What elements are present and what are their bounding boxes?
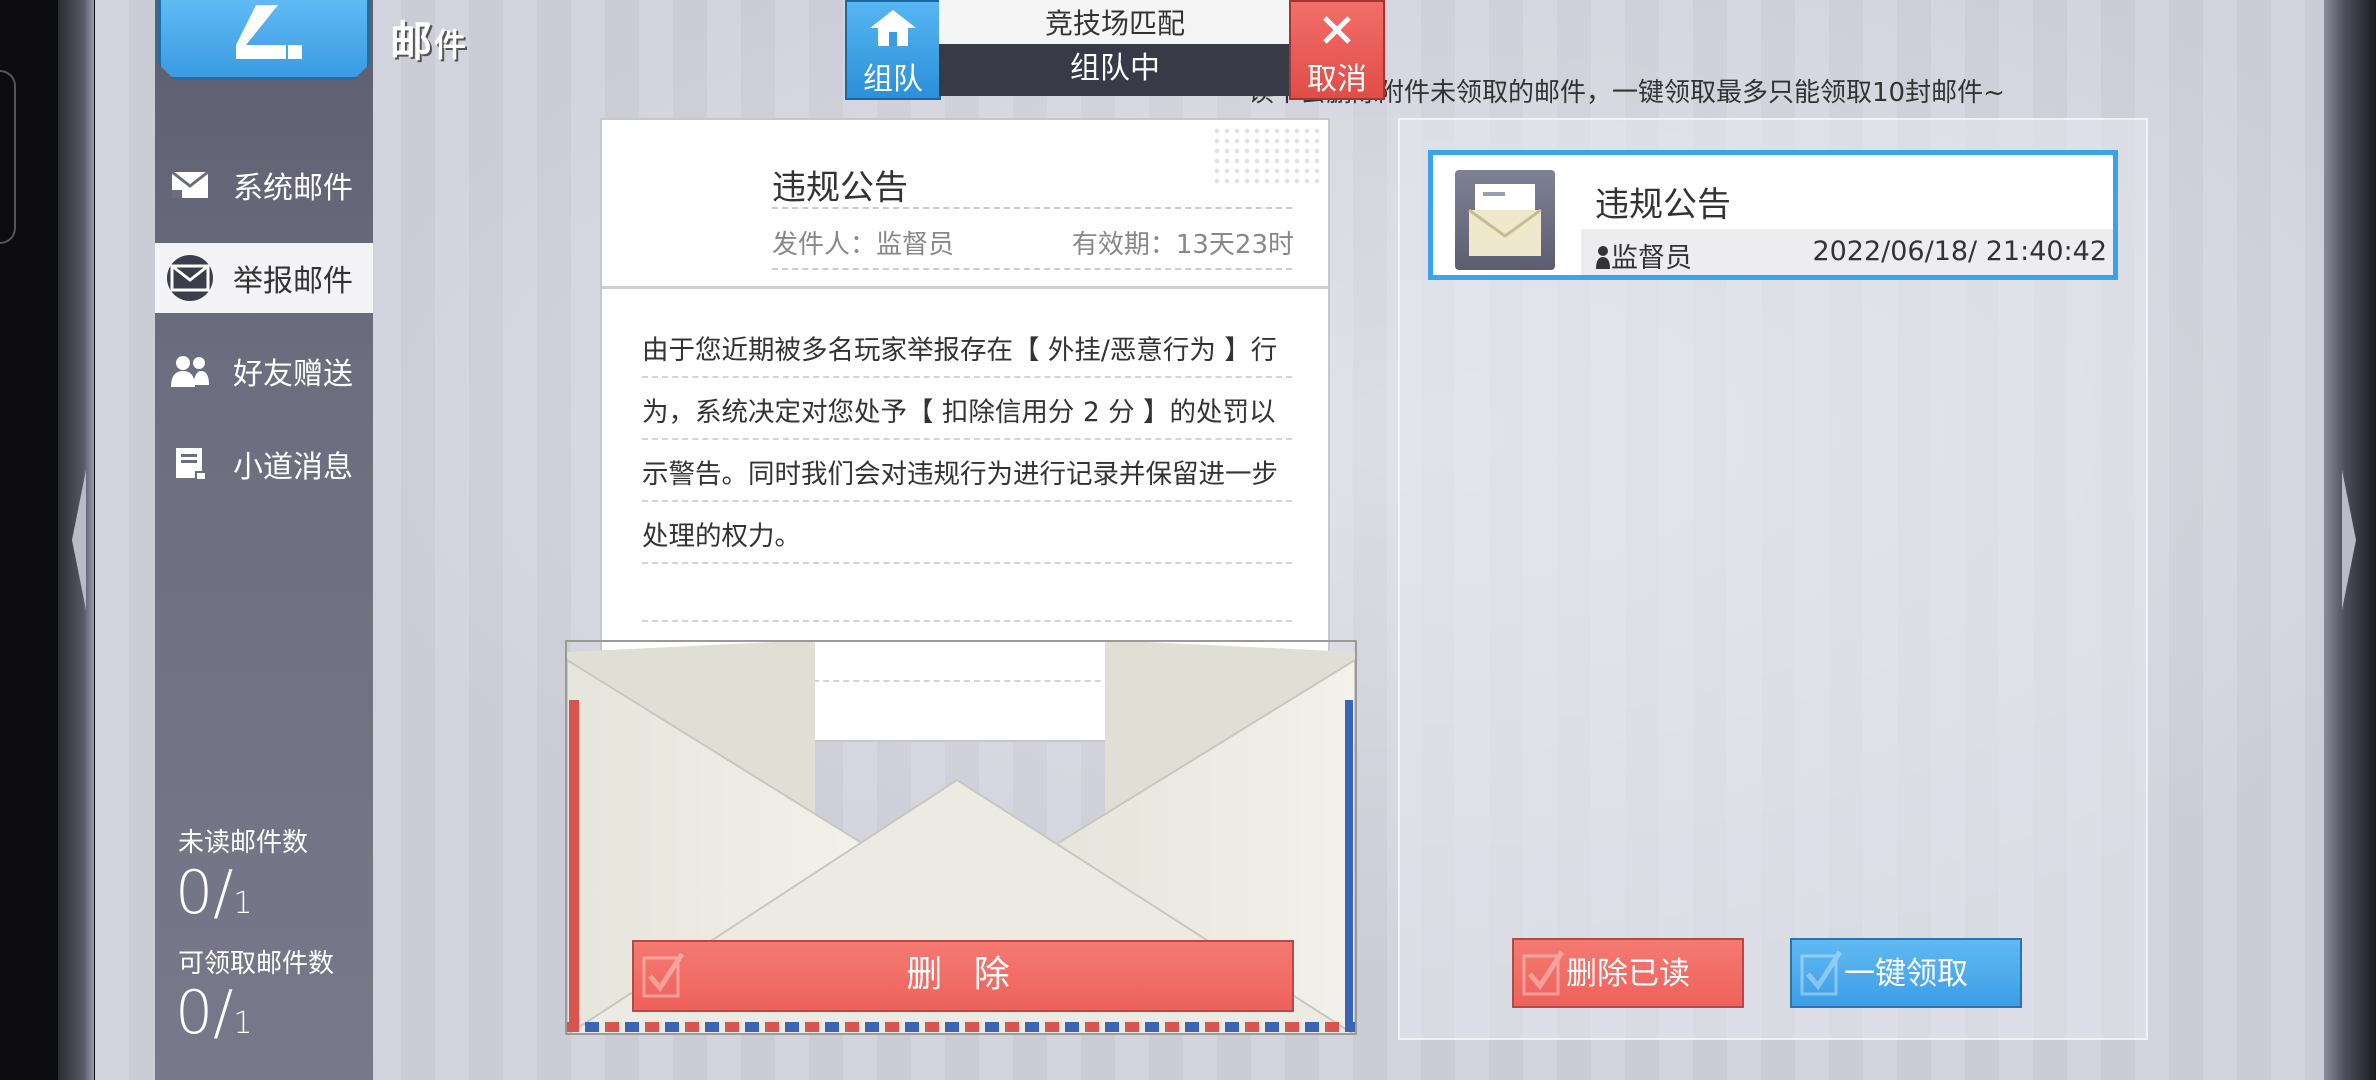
list-item[interactable]: 违规公告 监督员 2022/06/18/ 21:40:42 — [1428, 150, 2118, 280]
friends-gift-icon — [167, 348, 213, 394]
divider — [772, 268, 1292, 270]
sidebar-item-label: 好友赠送 — [233, 357, 353, 392]
sidebar-item-system-mail[interactable]: 系统邮件 — [155, 150, 373, 220]
letter-validity: 有效期：13天23时 — [1071, 230, 1294, 260]
ruled-line — [642, 500, 1292, 502]
match-banner: 组队 竞技场匹配 组队中 取消 — [845, 0, 1385, 100]
cancel-label: 取消 — [1307, 62, 1367, 97]
divider — [772, 207, 1292, 209]
home-icon — [870, 10, 916, 46]
gossip-news-icon — [167, 441, 213, 487]
sidebar-item-report-mail[interactable]: 举报邮件 — [155, 243, 373, 313]
unread-count-value: 0/1 — [175, 858, 253, 928]
ruled-line — [642, 620, 1292, 622]
back-arrow-icon — [236, 5, 302, 59]
letter-body: 由于您近期被多名玩家举报存在【 外挂/恶意行为 】行为，系统决定对您处予【 扣除… — [642, 335, 1278, 552]
person-icon — [1596, 246, 1610, 269]
delete-button[interactable]: 删 除 — [632, 940, 1294, 1012]
right-arrow-icon — [2342, 470, 2356, 610]
bezel-notch — [0, 70, 16, 244]
match-mode: 竞技场匹配 — [939, 0, 1291, 44]
sidebar-item-label: 小道消息 — [233, 450, 353, 485]
team-label: 组队 — [863, 62, 923, 97]
mail-item-title: 违规公告 — [1595, 185, 1731, 225]
system-mail-icon — [167, 162, 213, 208]
mail-item-meta: 监督员 2022/06/18/ 21:40:42 — [1581, 229, 2113, 275]
right-bezel — [2324, 0, 2376, 1080]
ruled-line — [642, 562, 1292, 564]
sidebar-item-label: 举报邮件 — [233, 264, 353, 299]
mail-item-date: 2022/06/18/ 21:40:42 — [1812, 236, 2107, 267]
claim-all-button[interactable]: 一键领取 — [1790, 938, 2022, 1008]
match-state: 组队中 — [939, 44, 1291, 96]
sidebar-item-label: 系统邮件 — [233, 171, 353, 206]
mail-item-sender: 监督员 — [1595, 236, 1692, 275]
check-icon — [1800, 950, 1843, 996]
team-button[interactable]: 组队 — [845, 0, 941, 100]
letter-sender: 发件人：监督员 — [772, 230, 955, 260]
claimable-count-label: 可领取邮件数 — [178, 949, 335, 979]
left-bezel — [0, 0, 95, 1080]
sidebar-item-gossip-news[interactable]: 小道消息 — [155, 429, 373, 499]
delete-read-label: 删除已读 — [1566, 956, 1690, 992]
check-icon — [1522, 950, 1565, 996]
ruled-line — [642, 438, 1292, 440]
ruled-line — [642, 376, 1292, 378]
report-mail-icon — [167, 255, 213, 301]
letter-header: 违规公告 发件人：监督员 有效期：13天23时 — [602, 120, 1328, 289]
page-title: 邮件 — [390, 17, 469, 66]
check-icon — [642, 952, 685, 998]
claimable-count-value: 0/1 — [175, 978, 253, 1048]
left-arrow-icon — [72, 470, 86, 610]
letter-title: 违规公告 — [772, 168, 908, 208]
delete-read-button[interactable]: 删除已读 — [1512, 938, 1744, 1008]
match-status: 竞技场匹配 组队中 — [939, 0, 1291, 96]
sidebar-item-friends-gift[interactable]: 好友赠送 — [155, 336, 373, 406]
cancel-match-button[interactable]: 取消 — [1289, 0, 1385, 100]
close-icon — [1323, 16, 1351, 44]
mail-thumbnail-icon — [1455, 170, 1555, 270]
back-button[interactable] — [158, 0, 370, 80]
delete-label: 删 除 — [906, 954, 1020, 995]
claim-all-label: 一键领取 — [1844, 956, 1968, 992]
unread-count-label: 未读邮件数 — [178, 828, 309, 858]
